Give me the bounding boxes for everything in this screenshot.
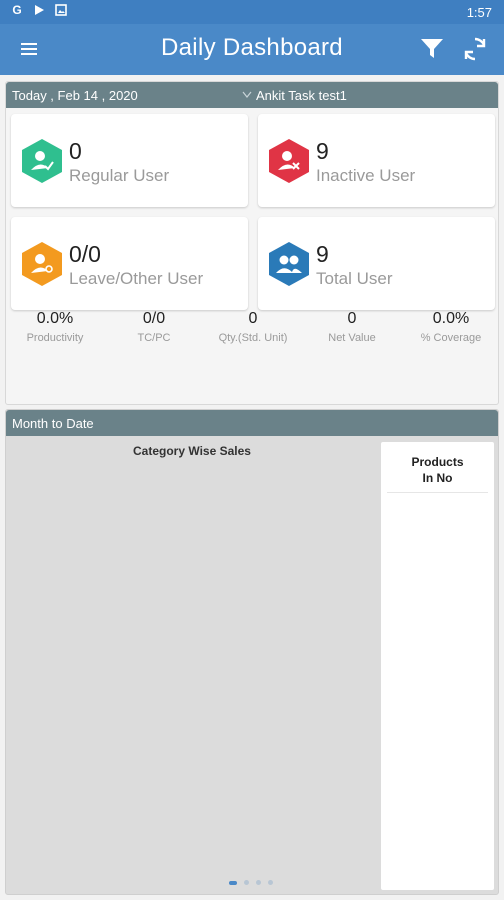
page-dot[interactable] — [244, 880, 249, 885]
user-selector[interactable]: Ankit Task test1 — [242, 82, 347, 108]
regular-user-count: 0 — [69, 138, 82, 164]
user-remove-icon — [269, 139, 309, 183]
image-icon — [54, 3, 68, 17]
stat-net-value: 0 Net Value — [303, 310, 401, 344]
user-selector-label: Ankit Task test1 — [256, 87, 347, 103]
leave-user-card[interactable]: 0/0 Leave/Other User — [11, 217, 248, 310]
stat-label: TC/PC — [137, 332, 171, 344]
date-label: Today , Feb 14 , 2020 — [12, 87, 138, 103]
stat-value: 0.0% — [36, 310, 74, 327]
stat-value: 0 — [248, 310, 258, 327]
total-user-count: 9 — [316, 241, 329, 267]
stats-row: 0.0% Productivity 0/0 TC/PC 0 Qty.(Std. … — [6, 310, 500, 350]
page-dot[interactable] — [268, 880, 273, 885]
leave-user-count: 0/0 — [69, 241, 101, 267]
filter-icon[interactable] — [420, 38, 444, 60]
total-user-label: Total User — [316, 269, 393, 288]
products-header-line2: In No — [422, 471, 453, 485]
user-check-icon — [22, 139, 62, 183]
month-to-date-panel: Month to Date Category Wise Sales Produc… — [5, 409, 499, 895]
leave-user-label: Leave/Other User — [69, 269, 204, 288]
products-column: Products In No — [381, 442, 494, 890]
stat-coverage: 0.0% % Coverage — [402, 310, 500, 344]
stat-qty: 0 Qty.(Std. Unit) — [204, 310, 302, 344]
regular-user-card[interactable]: 0 Regular User — [11, 114, 248, 207]
clock: 1:57 — [466, 5, 492, 20]
google-icon: G — [12, 3, 22, 17]
play-store-icon — [32, 3, 46, 17]
status-bar: G 1:57 — [0, 0, 504, 24]
stat-productivity: 0.0% Productivity — [6, 310, 104, 344]
inactive-user-card[interactable]: 9 Inactive User — [258, 114, 495, 207]
user-leave-icon — [22, 242, 62, 286]
today-header: Today , Feb 14 , 2020 Ankit Task test1 — [6, 82, 498, 108]
stat-value: 0.0% — [432, 310, 470, 327]
products-header: Products In No — [381, 442, 494, 486]
inactive-user-label: Inactive User — [316, 166, 416, 185]
refresh-icon[interactable] — [462, 36, 488, 62]
divider — [387, 492, 488, 493]
month-to-date-title: Month to Date — [12, 415, 94, 431]
app-bar: Daily Dashboard — [0, 24, 504, 75]
stat-value: 0/0 — [142, 310, 166, 327]
stat-label: % Coverage — [420, 332, 482, 344]
page-dot[interactable] — [256, 880, 261, 885]
inactive-user-count: 9 — [316, 138, 329, 164]
stat-label: Net Value — [328, 332, 376, 344]
page-indicator[interactable] — [229, 880, 273, 885]
page-dot[interactable] — [229, 880, 237, 885]
regular-user-label: Regular User — [69, 166, 170, 185]
chevron-down-icon — [242, 91, 252, 98]
month-to-date-header: Month to Date — [6, 410, 498, 436]
chart-title: Category Wise Sales — [133, 444, 251, 458]
stat-tc-pc: 0/0 TC/PC — [105, 310, 203, 344]
today-panel: Today , Feb 14 , 2020 Ankit Task test1 0… — [5, 81, 499, 405]
stat-label: Productivity — [26, 332, 84, 344]
stat-value: 0 — [347, 310, 357, 327]
users-group-icon — [269, 242, 309, 286]
total-user-card[interactable]: 9 Total User — [258, 217, 495, 310]
stat-label: Qty.(Std. Unit) — [218, 332, 288, 344]
products-header-line1: Products — [411, 455, 464, 469]
